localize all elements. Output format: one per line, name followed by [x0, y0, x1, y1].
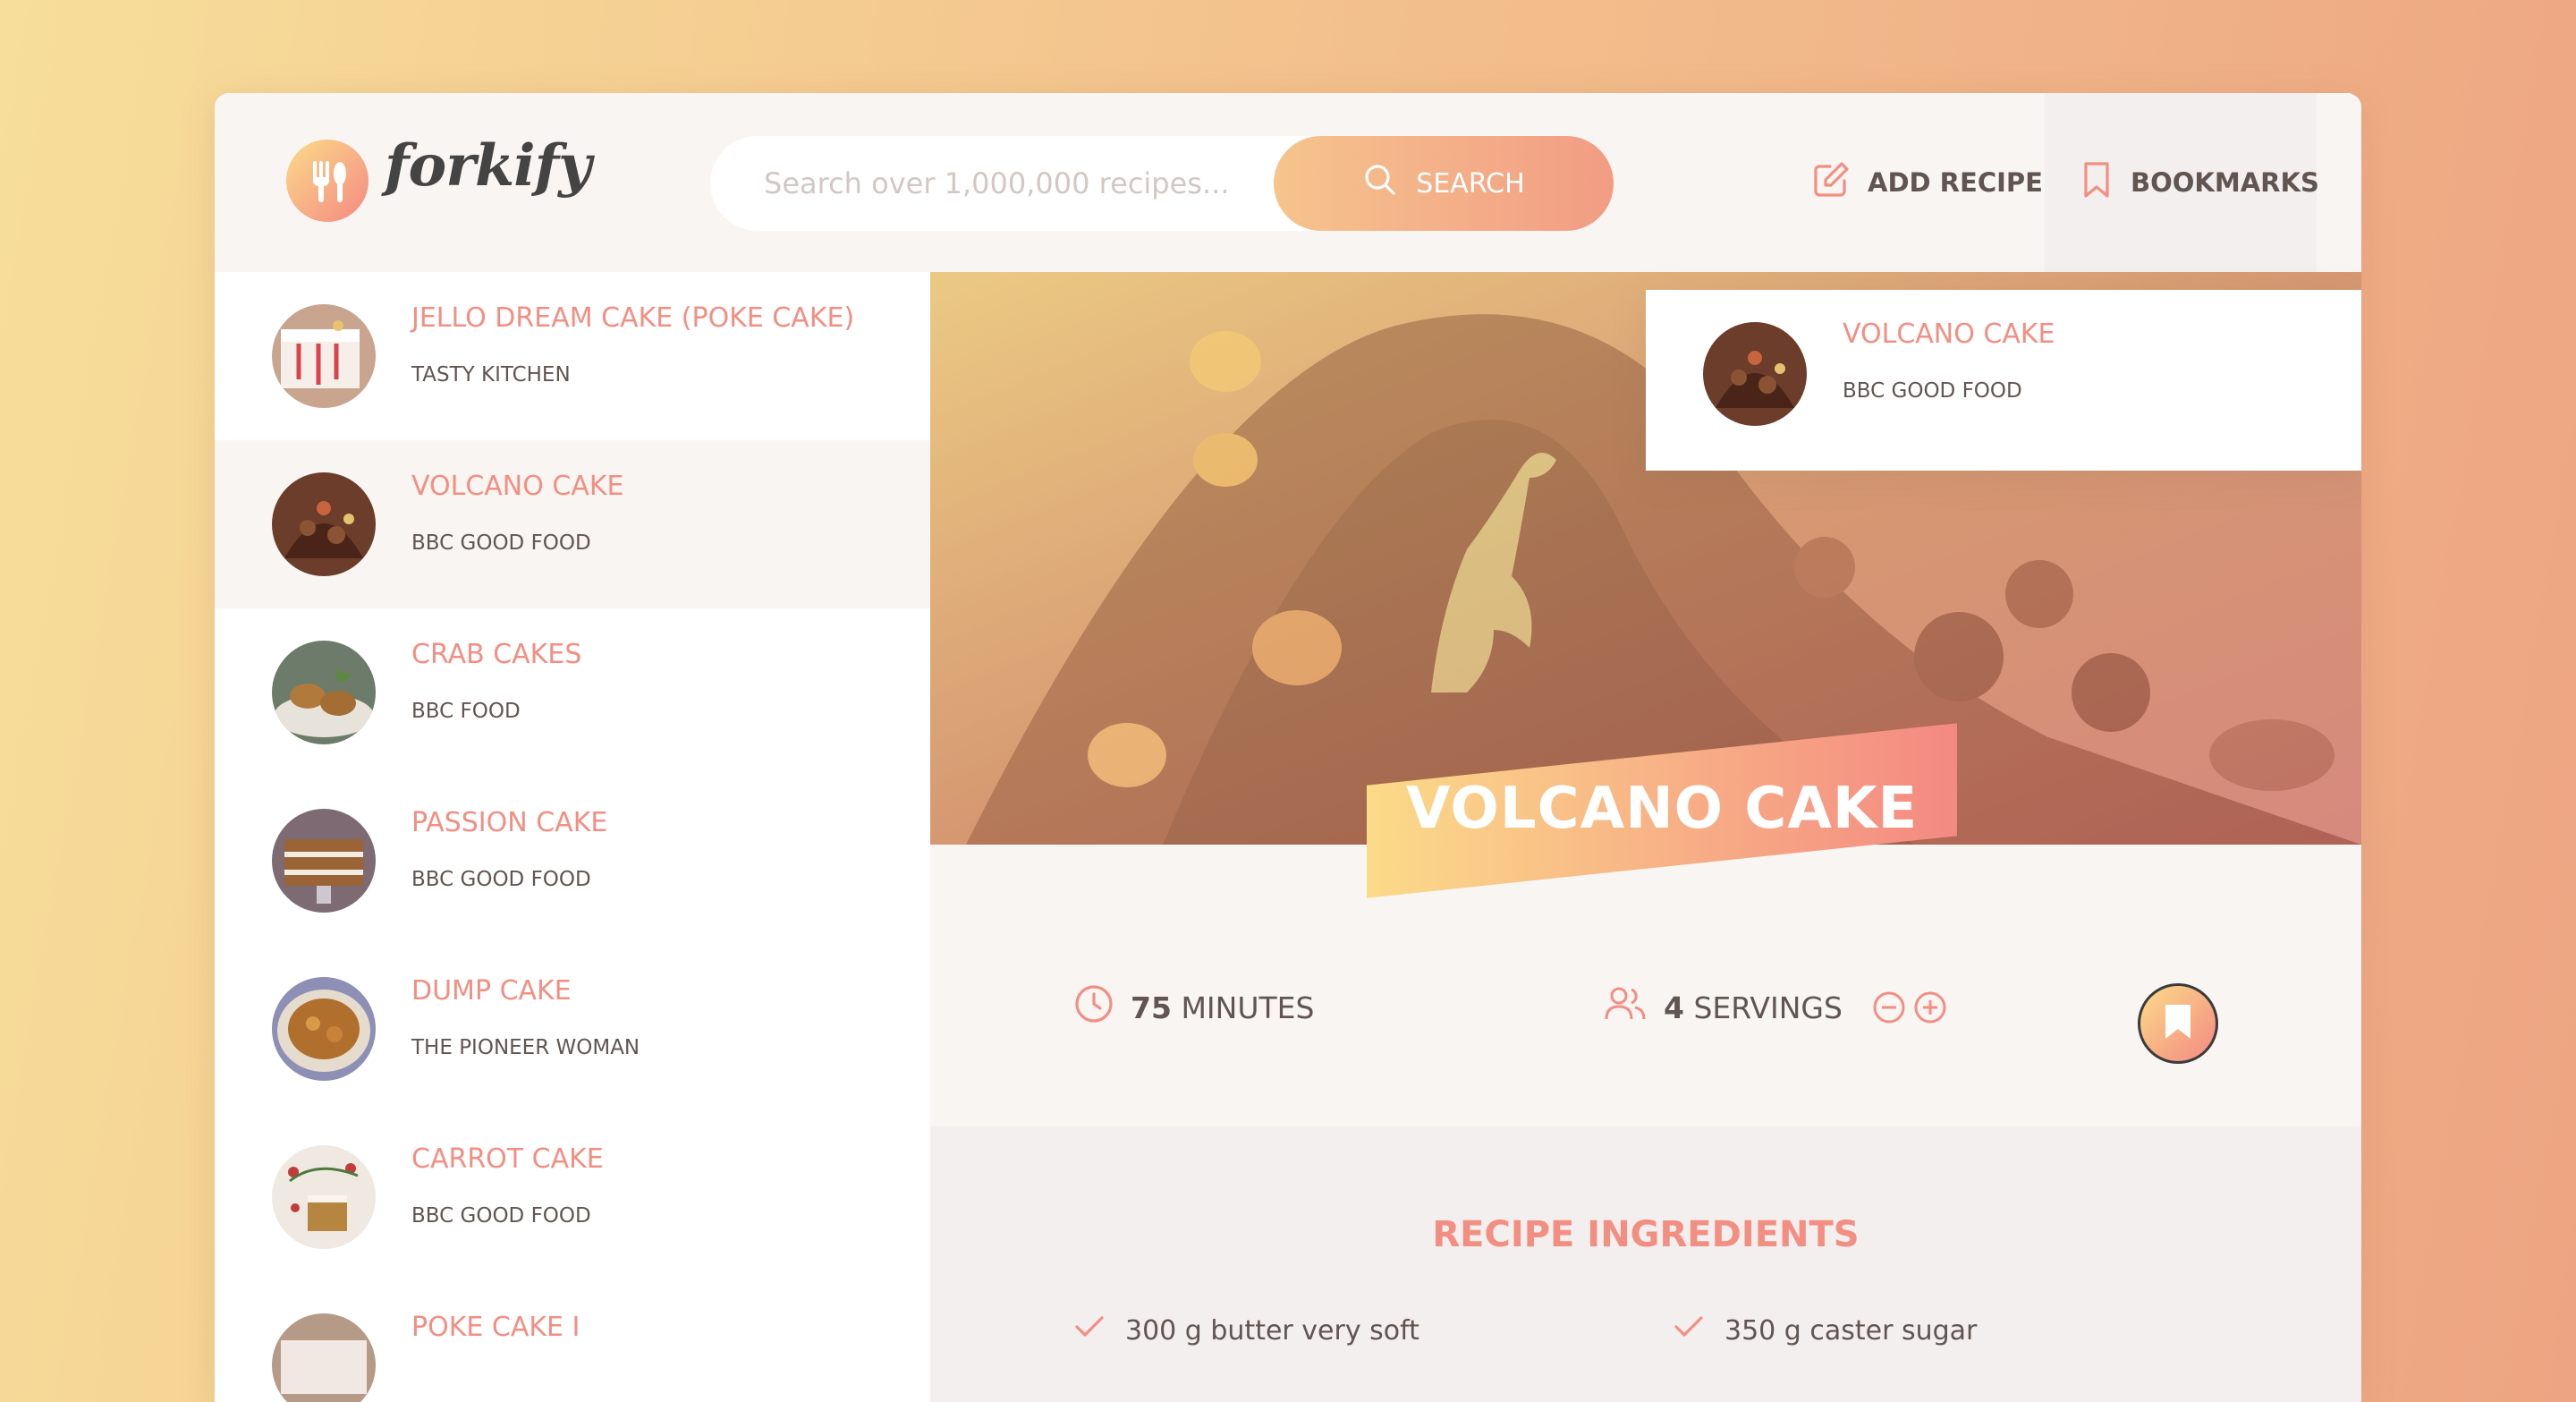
- result-item[interactable]: CRAB CAKES BBC FOOD: [215, 608, 930, 777]
- search-icon: [1362, 162, 1398, 205]
- app-window: forkify SEARCH ADD RECIPE: [215, 93, 2361, 1402]
- bookmarks-label: BOOKMARKS: [2131, 167, 2319, 198]
- search-button[interactable]: SEARCH: [1274, 136, 1614, 231]
- recipe-thumbnail: [1703, 322, 1807, 426]
- search-form: SEARCH: [710, 136, 1614, 231]
- brand-name[interactable]: forkify: [385, 132, 591, 200]
- search-button-label: SEARCH: [1416, 167, 1525, 200]
- bookmarks-dropdown: VOLCANO CAKE BBC GOOD FOOD: [1646, 290, 2361, 471]
- bookmark-item[interactable]: VOLCANO CAKE BBC GOOD FOOD: [1646, 290, 2361, 471]
- result-item[interactable]: CARROT CAKE BBC GOOD FOOD: [215, 1113, 930, 1281]
- result-title: POKE CAKE I: [411, 1312, 580, 1343]
- bookmarks-button[interactable]: BOOKMARKS: [2045, 93, 2319, 272]
- result-publisher: THE PIONEER WOMAN: [411, 1036, 640, 1059]
- result-item[interactable]: PASSION CAKE BBC GOOD FOOD: [215, 777, 930, 945]
- bookmark-icon: [2162, 1003, 2194, 1044]
- result-item[interactable]: POKE CAKE I: [215, 1281, 930, 1402]
- result-item[interactable]: VOLCANO CAKE BBC GOOD FOOD: [215, 440, 930, 608]
- recipe-ingredients: RECIPE INGREDIENTS 300 g butter very sof…: [930, 1126, 2361, 1402]
- ingredients-heading: RECIPE INGREDIENTS: [1432, 1214, 1860, 1255]
- bookmark-title: VOLCANO CAKE: [1843, 319, 2055, 350]
- edit-icon: [1810, 159, 1852, 207]
- recipe-details: 75 MINUTES 4 SERVINGS: [930, 845, 2361, 1126]
- result-title: VOLCANO CAKE: [411, 471, 624, 502]
- result-publisher: BBC GOOD FOOD: [411, 531, 591, 555]
- result-title: PASSION CAKE: [411, 807, 608, 838]
- recipe-thumbnail: [272, 641, 376, 744]
- ingredient-text: 300 g butter very soft: [1125, 1314, 1419, 1347]
- recipe-thumbnail: [272, 472, 376, 576]
- result-publisher: BBC FOOD: [411, 700, 521, 723]
- result-title: JELLO DREAM CAKE (POKE CAKE): [411, 302, 855, 334]
- users-icon: [1603, 983, 1648, 1032]
- result-title: CRAB CAKES: [411, 639, 582, 670]
- check-icon: [1673, 1311, 1705, 1350]
- result-publisher: TASTY KITCHEN: [411, 363, 571, 387]
- result-item[interactable]: JELLO DREAM CAKE (POKE CAKE) TASTY KITCH…: [215, 272, 930, 440]
- minus-circle-icon[interactable]: [1871, 990, 1907, 1025]
- recipe-thumbnail: [272, 304, 376, 408]
- add-recipe-label: ADD RECIPE: [1868, 167, 2043, 198]
- servings-unit: SERVINGS: [1693, 990, 1843, 1025]
- bookmark-publisher: BBC GOOD FOOD: [1843, 379, 2022, 403]
- fork-knife-logo-icon[interactable]: [286, 140, 369, 222]
- servings-value: 4: [1664, 990, 1684, 1025]
- clock-icon: [1073, 983, 1114, 1032]
- result-publisher: BBC GOOD FOOD: [411, 1204, 591, 1228]
- result-publisher: BBC GOOD FOOD: [411, 868, 591, 891]
- bookmark-icon: [2079, 160, 2114, 206]
- result-title: DUMP CAKE: [411, 975, 572, 1007]
- recipe-thumbnail: [272, 1313, 376, 1402]
- bookmark-recipe-button[interactable]: [2138, 983, 2218, 1064]
- recipe-thumbnail: [272, 1145, 376, 1249]
- cooking-time-value: 75: [1131, 990, 1172, 1025]
- ingredient-item: 350 g caster sugar: [1673, 1311, 1977, 1350]
- recipe-thumbnail: [272, 809, 376, 913]
- search-results: JELLO DREAM CAKE (POKE CAKE) TASTY KITCH…: [215, 272, 930, 1402]
- header: forkify SEARCH ADD RECIPE: [215, 93, 2361, 272]
- recipe-thumbnail: [272, 977, 376, 1081]
- check-icon: [1073, 1311, 1106, 1350]
- ingredient-text: 350 g caster sugar: [1724, 1314, 1978, 1347]
- add-recipe-button[interactable]: ADD RECIPE: [1810, 93, 2043, 272]
- cooking-time-unit: MINUTES: [1181, 990, 1315, 1025]
- servings: 4 SERVINGS: [1603, 983, 1948, 1032]
- result-title: CARROT CAKE: [411, 1143, 604, 1175]
- plus-circle-icon[interactable]: [1912, 990, 1948, 1025]
- cooking-time: 75 MINUTES: [1073, 983, 1314, 1032]
- ingredient-item: 300 g butter very soft: [1073, 1311, 1419, 1350]
- result-item[interactable]: DUMP CAKE THE PIONEER WOMAN: [215, 945, 930, 1113]
- search-input[interactable]: [710, 136, 1301, 231]
